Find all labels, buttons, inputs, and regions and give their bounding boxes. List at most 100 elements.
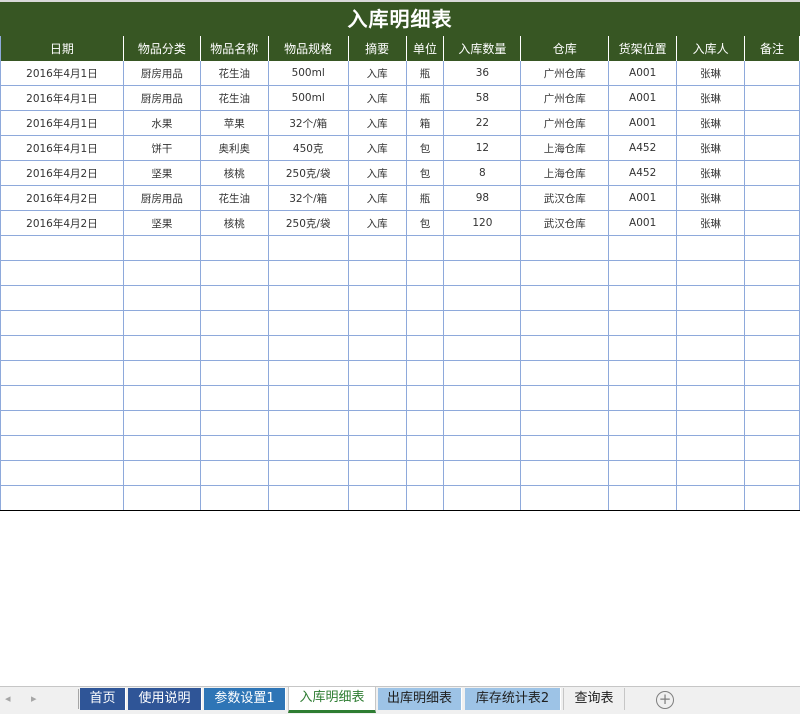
table-cell[interactable]: [0, 485, 124, 511]
table-cell[interactable]: [608, 235, 678, 261]
sheet-tab[interactable]: 使用说明: [128, 688, 202, 710]
table-cell[interactable]: [348, 485, 407, 511]
table-cell[interactable]: [520, 360, 610, 386]
table-cell[interactable]: [443, 360, 522, 386]
table-cell[interactable]: [200, 235, 269, 261]
table-cell[interactable]: 120: [443, 210, 522, 236]
sheet-tab[interactable]: 参数设置1: [204, 688, 286, 710]
table-cell[interactable]: [348, 235, 407, 261]
table-cell[interactable]: [744, 135, 800, 161]
table-cell[interactable]: [200, 310, 269, 336]
table-cell[interactable]: [406, 410, 445, 436]
table-cell[interactable]: [744, 385, 800, 411]
table-cell[interactable]: 核桃: [200, 210, 269, 236]
table-cell[interactable]: [443, 385, 522, 411]
table-cell[interactable]: [520, 310, 610, 336]
table-cell[interactable]: [443, 235, 522, 261]
table-cell[interactable]: [608, 260, 678, 286]
table-cell[interactable]: 苹果: [200, 110, 269, 136]
table-cell[interactable]: [744, 210, 800, 236]
table-cell[interactable]: [520, 385, 610, 411]
table-cell[interactable]: [443, 485, 522, 511]
table-cell[interactable]: 包: [406, 210, 445, 236]
table-cell[interactable]: [744, 160, 800, 186]
table-cell[interactable]: [200, 260, 269, 286]
table-cell[interactable]: 2016年4月1日: [0, 135, 124, 161]
table-cell[interactable]: [123, 435, 201, 461]
table-cell[interactable]: [443, 285, 522, 311]
column-header[interactable]: 备注: [744, 36, 800, 61]
add-sheet-icon[interactable]: +: [656, 691, 674, 709]
table-cell[interactable]: [520, 485, 610, 511]
table-cell[interactable]: 厨房用品: [123, 85, 201, 111]
table-cell[interactable]: [676, 485, 746, 511]
table-cell[interactable]: 入库: [348, 85, 407, 111]
table-cell[interactable]: [0, 235, 124, 261]
table-cell[interactable]: [123, 460, 201, 486]
table-cell[interactable]: [676, 435, 746, 461]
table-cell[interactable]: [200, 285, 269, 311]
table-cell[interactable]: 张琳: [676, 135, 746, 161]
table-cell[interactable]: 入库: [348, 110, 407, 136]
table-cell[interactable]: [200, 410, 269, 436]
table-cell[interactable]: 2016年4月1日: [0, 110, 124, 136]
table-cell[interactable]: [0, 285, 124, 311]
table-cell[interactable]: 2016年4月1日: [0, 61, 124, 86]
table-cell[interactable]: [676, 385, 746, 411]
table-cell[interactable]: [520, 235, 610, 261]
table-cell[interactable]: 包: [406, 160, 445, 186]
table-cell[interactable]: [406, 260, 445, 286]
table-cell[interactable]: 张琳: [676, 85, 746, 111]
table-cell[interactable]: [200, 335, 269, 361]
table-cell[interactable]: [608, 435, 678, 461]
table-cell[interactable]: A452: [608, 135, 678, 161]
sheet-title[interactable]: 入库明细表: [0, 2, 800, 36]
table-cell[interactable]: 张琳: [676, 110, 746, 136]
table-cell[interactable]: [348, 460, 407, 486]
table-cell[interactable]: 水果: [123, 110, 201, 136]
column-header[interactable]: 日期: [0, 36, 124, 61]
table-cell[interactable]: [744, 235, 800, 261]
table-cell[interactable]: [744, 285, 800, 311]
table-cell[interactable]: [676, 360, 746, 386]
table-cell[interactable]: [268, 385, 349, 411]
table-cell[interactable]: [268, 335, 349, 361]
table-cell[interactable]: [443, 310, 522, 336]
table-cell[interactable]: 核桃: [200, 160, 269, 186]
table-cell[interactable]: 入库: [348, 160, 407, 186]
table-cell[interactable]: [123, 235, 201, 261]
table-cell[interactable]: 450克: [268, 135, 349, 161]
table-cell[interactable]: [0, 310, 124, 336]
table-cell[interactable]: [268, 410, 349, 436]
table-cell[interactable]: [0, 360, 124, 386]
table-cell[interactable]: [406, 360, 445, 386]
table-cell[interactable]: [608, 485, 678, 511]
table-cell[interactable]: [0, 410, 124, 436]
table-cell[interactable]: 12: [443, 135, 522, 161]
table-cell[interactable]: 瓶: [406, 61, 445, 86]
table-cell[interactable]: 入库: [348, 61, 407, 86]
column-header[interactable]: 仓库: [520, 36, 610, 61]
table-cell[interactable]: [348, 335, 407, 361]
table-cell[interactable]: [268, 435, 349, 461]
table-cell[interactable]: [676, 285, 746, 311]
table-cell[interactable]: [200, 360, 269, 386]
table-cell[interactable]: [744, 61, 800, 86]
sheet-tab[interactable]: 查询表: [563, 688, 625, 710]
table-cell[interactable]: 花生油: [200, 61, 269, 86]
table-cell[interactable]: [406, 460, 445, 486]
table-cell[interactable]: [348, 310, 407, 336]
table-cell[interactable]: [744, 485, 800, 511]
column-header[interactable]: 物品名称: [200, 36, 269, 61]
table-cell[interactable]: 厨房用品: [123, 61, 201, 86]
sheet-tab[interactable]: 库存统计表2: [465, 688, 561, 710]
table-cell[interactable]: [520, 260, 610, 286]
table-cell[interactable]: 250克/袋: [268, 160, 349, 186]
table-cell[interactable]: [200, 385, 269, 411]
table-cell[interactable]: A001: [608, 185, 678, 211]
table-cell[interactable]: [443, 335, 522, 361]
table-cell[interactable]: [744, 360, 800, 386]
table-cell[interactable]: [123, 360, 201, 386]
table-cell[interactable]: [123, 485, 201, 511]
table-cell[interactable]: [123, 285, 201, 311]
